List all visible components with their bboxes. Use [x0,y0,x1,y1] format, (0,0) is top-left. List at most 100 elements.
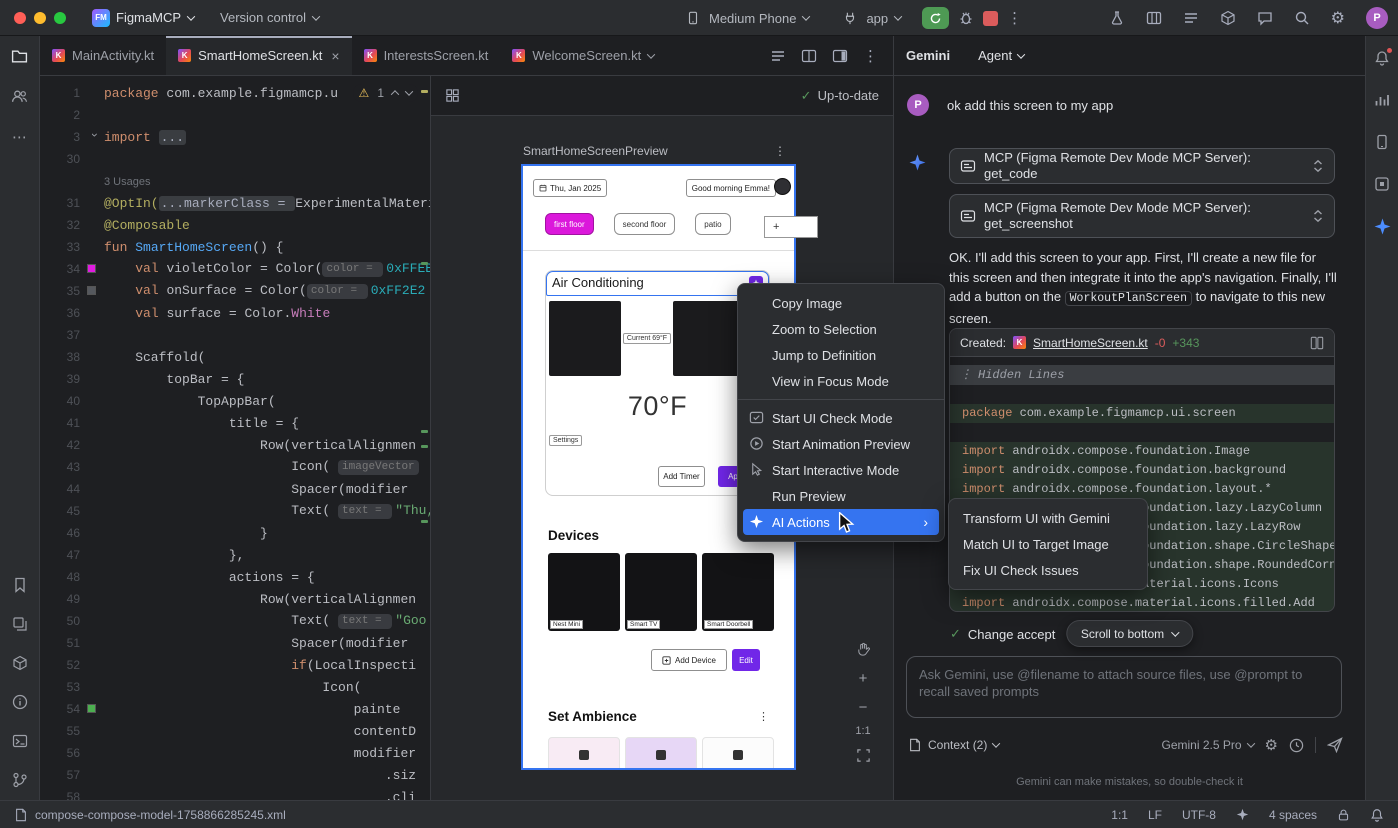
bookmarks-tool-icon[interactable] [12,577,28,593]
line-number-gutter[interactable]: 39 [40,372,104,386]
split-editor-icon[interactable] [801,48,817,64]
editor-tab[interactable]: KWelcomeScreen.kt [500,36,666,75]
ambience-tile[interactable] [548,737,620,768]
notifications-icon[interactable] [1370,808,1384,822]
floor-tab[interactable]: patio [695,213,730,235]
menu-item[interactable]: Start Interactive Mode [738,457,944,483]
menu-item[interactable]: Jump to Definition [738,342,944,368]
menu-item[interactable]: View in Focus Mode [738,368,944,394]
history-icon[interactable] [1289,738,1304,753]
debug-button[interactable] [958,10,974,26]
chat-icon[interactable] [1257,10,1273,26]
line-number-gutter[interactable]: 2 [40,108,104,122]
line-number-gutter[interactable]: 46 [40,526,104,540]
menu-item[interactable]: Start Animation Preview [738,431,944,457]
gemini-tool-icon[interactable] [1374,218,1391,235]
menu-item[interactable]: Start UI Check Mode [738,405,944,431]
line-separator[interactable]: LF [1148,808,1162,822]
editor-line[interactable]: 37 [40,324,430,346]
commit-tool-icon[interactable] [11,88,28,105]
editor-line[interactable]: 53 Icon( [40,676,430,698]
line-number-gutter[interactable]: 57 [40,768,104,782]
close-tab-icon[interactable]: × [331,48,339,64]
greeting-chip[interactable]: Good morning Emma! [686,179,776,197]
device-card[interactable]: Smart Doorbell [702,553,774,631]
line-number-gutter[interactable]: 49 [40,592,104,606]
fold-arrow-icon[interactable]: › [88,133,102,137]
line-number-gutter[interactable]: 36 [40,306,104,320]
line-number-gutter[interactable]: 31 [40,196,104,210]
file-encoding[interactable]: UTF-8 [1182,808,1216,822]
build-tool-icon[interactable] [12,655,28,671]
mcp-tool-card[interactable]: MCP (Figma Remote Dev Mode MCP Server): … [949,194,1335,238]
editor-line[interactable]: 48 actions = { [40,566,430,588]
grid-view-icon[interactable] [445,88,460,103]
close-window-button[interactable] [14,12,26,24]
hidden-lines-row[interactable]: ⋮Hidden Lines [950,365,1334,385]
submenu-item[interactable]: Fix UI Check Issues [949,557,1147,583]
zoom-in-button[interactable]: + [851,667,875,689]
ambience-tile[interactable] [702,737,774,768]
prev-issue-icon[interactable] [391,90,399,98]
line-number-gutter[interactable]: 54 [40,702,104,716]
editor-line[interactable]: 50 Text( text = "Goo [40,610,430,632]
line-number-gutter[interactable]: 56 [40,746,104,760]
line-number-gutter[interactable]: 50 [40,614,104,628]
line-number-gutter[interactable]: 35 [40,284,104,298]
add-floor-chip[interactable]: + [764,216,818,238]
columns-icon[interactable] [1146,10,1162,26]
menu-item[interactable]: Run Preview [738,483,944,509]
editor-line[interactable]: 36 val surface = Color.White [40,302,430,324]
line-number-gutter[interactable]: 52 [40,658,104,672]
editor-line[interactable]: 46 } [40,522,430,544]
zoom-ratio-button[interactable]: 1:1 [855,725,870,737]
layers-tool-icon[interactable] [12,616,28,632]
layout-inspector-tool-icon[interactable] [1374,176,1390,192]
more-tools-icon[interactable]: ⋯ [12,128,27,146]
submenu-item[interactable]: Transform UI with Gemini [949,505,1147,531]
ambience-options-icon[interactable]: ⋮ [758,710,769,723]
line-number-gutter[interactable]: 41 [40,416,104,430]
git-tool-icon[interactable] [12,772,28,788]
line-number-gutter[interactable]: 51 [40,636,104,650]
editor-line[interactable]: 43 Icon( imageVector [40,456,430,478]
created-file-link[interactable]: SmartHomeScreen.kt [1033,336,1148,350]
project-tool-icon[interactable] [11,48,28,65]
tab-options-icon[interactable]: ⋮ [863,47,879,65]
editor-line[interactable]: 42 Row(verticalAlignmen [40,434,430,456]
stop-button[interactable] [983,11,998,26]
mcp-tool-card[interactable]: MCP (Figma Remote Dev Mode MCP Server): … [949,148,1335,184]
device-card[interactable]: Nest Mini [548,553,620,631]
line-number-gutter[interactable]: 45 [40,504,104,518]
editor-line[interactable]: 3 Usages [40,170,430,192]
editor-line[interactable]: 54 painte [40,698,430,720]
floor-tab[interactable]: first floor [545,213,594,235]
floor-tab[interactable]: second floor [614,213,676,235]
editor-line[interactable]: 38 Scaffold( [40,346,430,368]
line-number-gutter[interactable]: 42 [40,438,104,452]
editor-line[interactable]: 52 if(LocalInspecti [40,654,430,676]
editor-line[interactable]: 3›import ... [40,126,430,148]
project-selector[interactable]: FigmaMCP [116,10,194,25]
line-number-gutter[interactable]: 3› [40,130,104,144]
editor-line[interactable]: 2 [40,104,430,126]
expand-icon[interactable] [1312,159,1324,173]
menu-item[interactable]: Copy Image [738,290,944,316]
line-number-gutter[interactable]: 1 [40,86,104,100]
list-view-icon[interactable] [770,48,786,64]
tab-gemini[interactable]: Gemini [906,48,950,63]
editor-tab[interactable]: KMainActivity.kt [40,36,166,75]
editor-line[interactable]: 47 }, [40,544,430,566]
next-issue-icon[interactable] [405,87,413,95]
statusbar-filename[interactable]: compose-compose-model-1758866285245.xml [35,808,286,822]
profiler-tool-icon[interactable] [1374,92,1390,108]
settings-gear-icon[interactable]: ⚙ [1331,8,1345,28]
line-number-gutter[interactable]: 48 [40,570,104,584]
search-icon[interactable] [1294,10,1310,26]
tab-agent[interactable]: Agent [978,48,1024,63]
zoom-out-button[interactable]: − [851,696,875,718]
editor-tab[interactable]: KSmartHomeScreen.kt× [166,36,351,75]
device-manager-tool-icon[interactable] [1374,134,1390,150]
gemini-settings-icon[interactable]: ⚙ [1265,736,1278,754]
color-swatch[interactable] [87,286,96,295]
